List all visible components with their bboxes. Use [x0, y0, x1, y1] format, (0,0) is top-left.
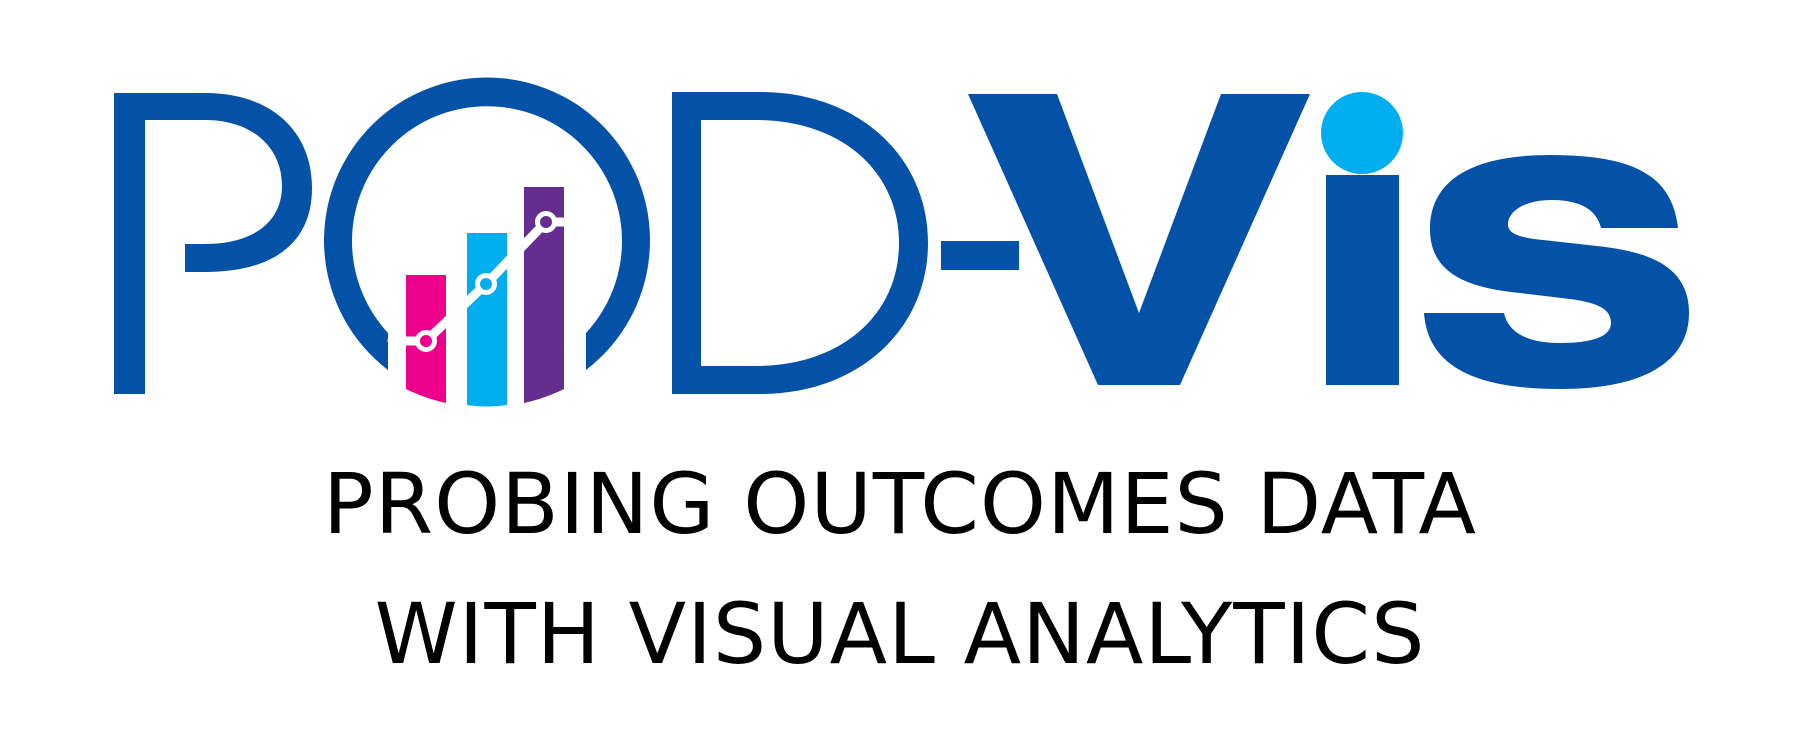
trend-point	[420, 335, 432, 347]
letter-hyphen	[941, 241, 1019, 270]
letter-i	[1321, 92, 1403, 385]
trend-point	[480, 278, 492, 290]
i-dot-icon	[1321, 92, 1403, 174]
letter-p	[114, 93, 312, 394]
letter-o-chart	[324, 77, 650, 407]
letter-v	[968, 94, 1310, 385]
bar-cyan	[467, 233, 507, 407]
letter-s	[1424, 155, 1689, 389]
tagline-line-2: WITH VISUAL ANALYTICS	[374, 585, 1426, 683]
trend-point	[540, 216, 552, 228]
letter-d	[672, 92, 928, 394]
tagline-line-1: PROBING OUTCOMES DATA	[323, 455, 1477, 553]
